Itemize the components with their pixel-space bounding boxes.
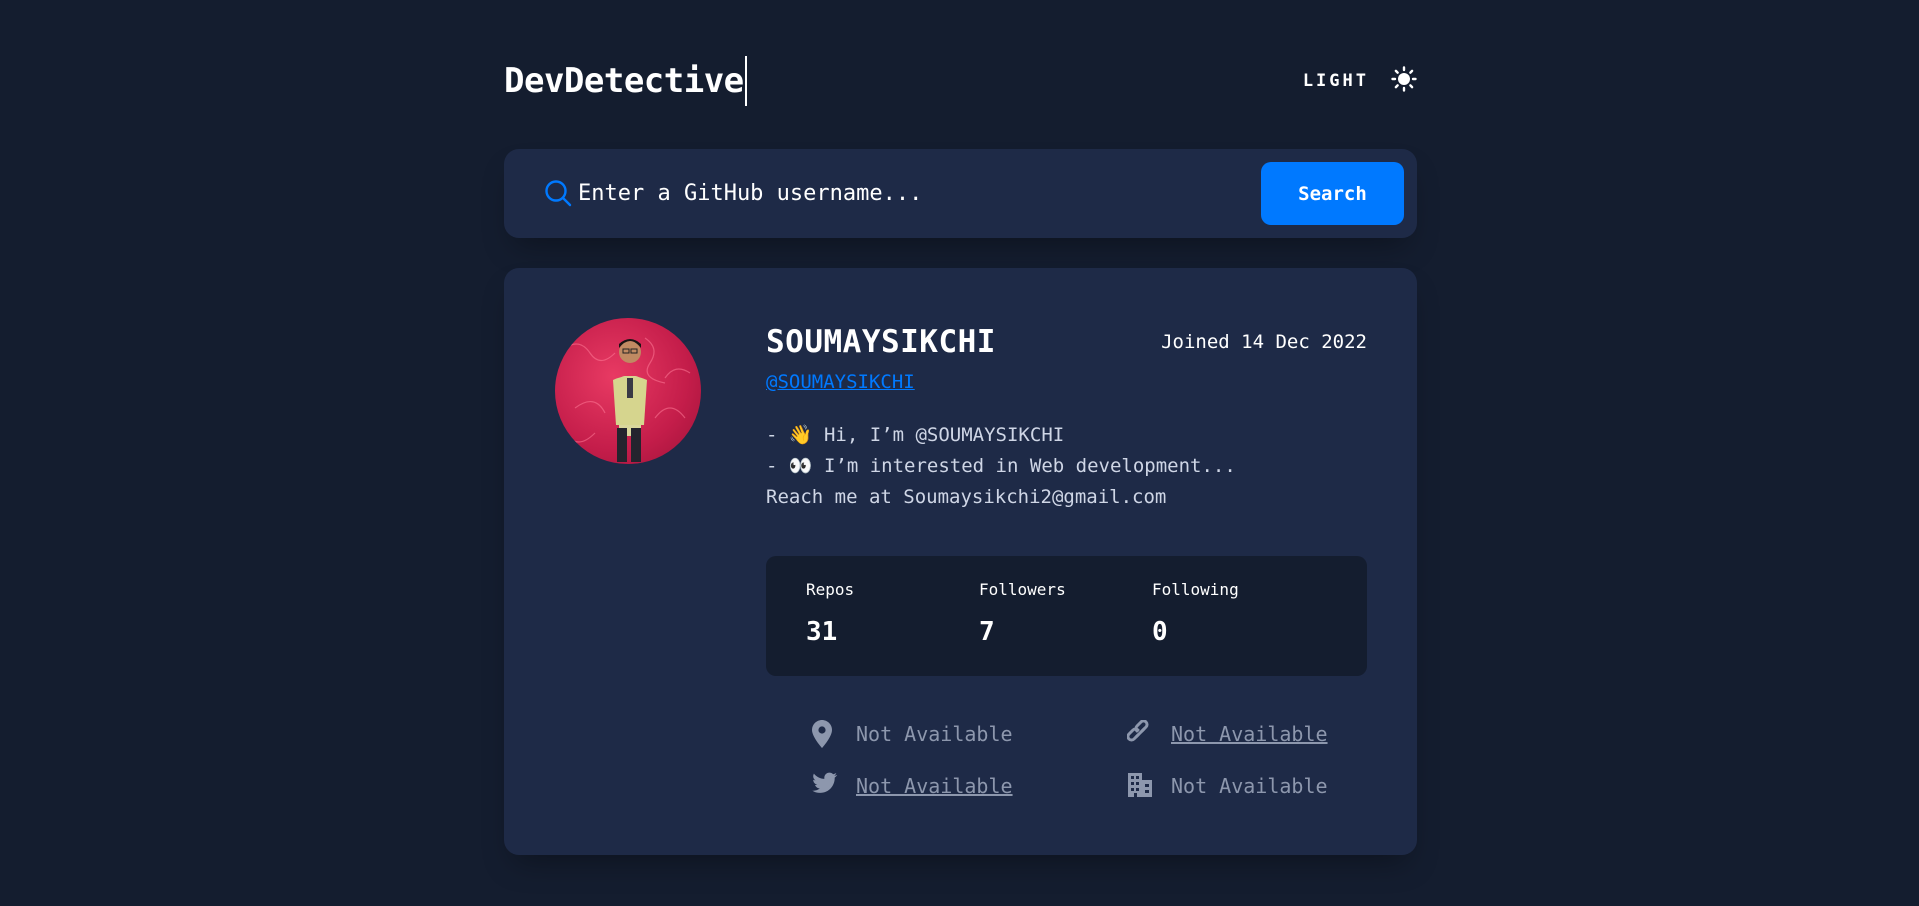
bio-line: Reach me at Soumaysikchi2@gmail.com [766, 486, 1167, 508]
website-link[interactable]: Not Available [1171, 722, 1328, 746]
avatar [555, 318, 701, 464]
search-bar: Search [504, 149, 1417, 238]
joined-date: Joined 14 Dec 2022 [1161, 331, 1367, 353]
stat-following-label: Following [1152, 580, 1239, 599]
location-pin-icon [812, 720, 838, 748]
stat-repos-value: 31 [806, 617, 838, 647]
stats-panel: Repos 31 Followers 7 Following 0 [766, 556, 1367, 676]
app-logo-text: DevDetective [504, 61, 744, 101]
text-caret [744, 56, 747, 106]
website-item: Not Available [1126, 719, 1328, 748]
stat-following-value: 0 [1152, 617, 1168, 647]
app-logo: DevDetective [504, 56, 747, 106]
stat-repos: Repos 31 [806, 580, 854, 647]
search-input[interactable] [578, 171, 1258, 215]
twitter-link[interactable]: Not Available [856, 774, 1013, 798]
theme-toggle-button[interactable]: LIGHT [1303, 66, 1417, 96]
sun-icon [1391, 66, 1417, 96]
location-text: Not Available [856, 722, 1013, 746]
twitter-item: Not Available [812, 772, 1013, 800]
location-item: Not Available [812, 720, 1013, 748]
search-button[interactable]: Search [1261, 162, 1404, 225]
twitter-icon [812, 772, 838, 800]
stat-followers: Followers 7 [979, 580, 1066, 647]
company-item: Not Available [1127, 772, 1328, 800]
profile-bio: - 👋 Hi, I’m @SOUMAYSIKCHI - 👀 I’m intere… [766, 420, 1366, 513]
stat-followers-label: Followers [979, 580, 1066, 599]
bio-line: - 👀 I’m interested in Web development... [766, 455, 1236, 477]
stat-repos-label: Repos [806, 580, 855, 599]
company-text: Not Available [1171, 774, 1328, 798]
profile-handle-link[interactable]: @SOUMAYSIKCHI [766, 371, 915, 393]
search-icon [544, 179, 572, 207]
header: DevDetective LIGHT [504, 56, 1417, 106]
stat-followers-value: 7 [979, 617, 995, 647]
profile-card: SOUMAYSIKCHI Joined 14 Dec 2022 @SOUMAYS… [504, 268, 1417, 855]
theme-toggle-label: LIGHT [1302, 71, 1369, 91]
link-icon [1126, 719, 1153, 748]
office-building-icon [1127, 772, 1153, 800]
profile-name: SOUMAYSIKCHI [766, 324, 996, 360]
stat-following: Following 0 [1152, 580, 1239, 647]
bio-line: - 👋 Hi, I’m @SOUMAYSIKCHI [766, 424, 1065, 446]
